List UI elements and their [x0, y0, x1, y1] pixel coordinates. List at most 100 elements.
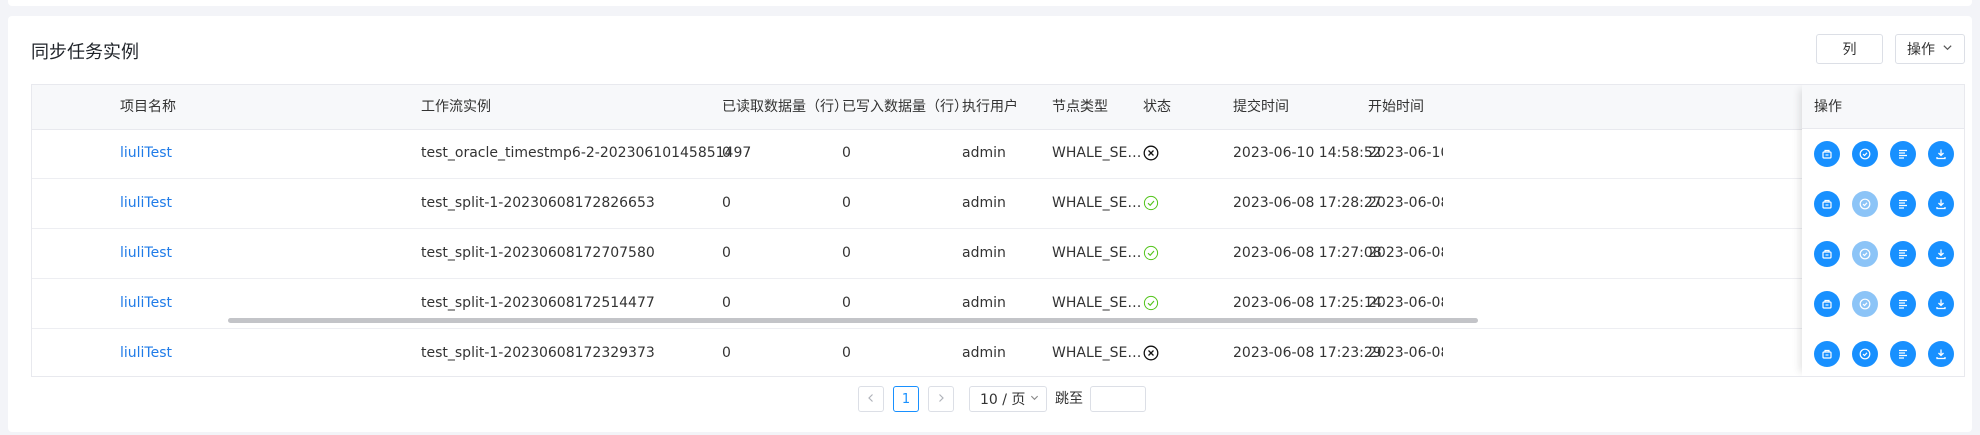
- download-icon: [1934, 297, 1948, 311]
- log-action-button[interactable]: [1890, 141, 1916, 167]
- chevron-down-icon: [1030, 393, 1039, 405]
- columns-button-label: 列: [1842, 42, 1857, 58]
- cell-node-type: WHALE_SEATUNNEL: [1052, 345, 1142, 361]
- chevron-down-icon: [1942, 42, 1953, 56]
- log-icon: [1896, 147, 1910, 161]
- operations-dropdown-button[interactable]: 操作: [1895, 34, 1965, 64]
- cell-workflow: test_split-1-20230608172707580: [421, 245, 655, 261]
- check-action-button[interactable]: [1852, 191, 1878, 217]
- download-action-button[interactable]: [1928, 291, 1954, 317]
- actions-row: [1802, 329, 1964, 376]
- table-row: liuliTest test_split-1-20230608172826653 0…: [32, 179, 1964, 229]
- check-icon: [1858, 147, 1872, 161]
- cell-project[interactable]: liuliTest: [120, 229, 172, 278]
- horizontal-scrollbar[interactable]: [228, 318, 1478, 323]
- cell-workflow: test_split-1-20230608172329373: [421, 345, 655, 361]
- log-action-button[interactable]: [1890, 341, 1916, 367]
- col-header-node-type[interactable]: 节点类型: [1052, 85, 1108, 129]
- log-action-button[interactable]: [1890, 241, 1916, 267]
- columns-button[interactable]: 列: [1816, 34, 1883, 64]
- cell-start-time: 2023-06-08 17:28:27: [1368, 195, 1443, 211]
- download-action-button[interactable]: [1928, 341, 1954, 367]
- col-header-start-time[interactable]: 开始时间: [1368, 85, 1424, 129]
- operations-button-label: 操作: [1907, 42, 1935, 58]
- page-1-button[interactable]: 1: [893, 386, 919, 412]
- chevron-left-icon: [866, 392, 876, 407]
- cell-submit-time: 2023-06-08 17:28:27: [1233, 195, 1382, 211]
- col-header-written[interactable]: 已写入数据量（行）: [842, 85, 968, 129]
- prev-page-button[interactable]: [858, 386, 884, 412]
- cell-written: 0: [842, 245, 851, 261]
- cell-project[interactable]: liuliTest: [120, 179, 172, 228]
- cell-project[interactable]: liuliTest: [120, 329, 172, 376]
- cell-node-type: WHALE_SEATUNNEL: [1052, 145, 1142, 161]
- cell-read: 0: [722, 245, 731, 261]
- download-icon: [1934, 347, 1948, 361]
- table-row: liuliTest test_oracle_timestmp6-2-2023061…: [32, 129, 1964, 179]
- col-header-submit-time[interactable]: 提交时间: [1233, 85, 1289, 129]
- check-icon: [1858, 297, 1872, 311]
- cell-project[interactable]: liuliTest: [120, 129, 172, 178]
- rerun-icon: [1820, 347, 1834, 361]
- check-action-button[interactable]: [1852, 141, 1878, 167]
- cell-user: admin: [962, 195, 1006, 211]
- actions-row: [1802, 179, 1964, 229]
- cell-read: 0: [722, 345, 731, 361]
- cell-node-type: WHALE_SEATUNNEL: [1052, 245, 1142, 261]
- cell-node-type: WHALE_SEATUNNEL: [1052, 195, 1142, 211]
- check-action-button[interactable]: [1852, 291, 1878, 317]
- actions-row: [1802, 229, 1964, 279]
- check-circle-icon: [1143, 179, 1159, 228]
- rerun-action-button[interactable]: [1814, 241, 1840, 267]
- rerun-icon: [1820, 147, 1834, 161]
- rerun-action-button[interactable]: [1814, 191, 1840, 217]
- fixed-actions-column: 操作: [1802, 85, 1964, 376]
- cell-workflow: test_oracle_timestmp6-2-2023061014585149…: [421, 145, 752, 161]
- check-icon: [1858, 347, 1872, 361]
- rerun-icon: [1820, 197, 1834, 211]
- table-row: liuliTest test_split-1-20230608172707580 0…: [32, 229, 1964, 279]
- log-icon: [1896, 197, 1910, 211]
- next-page-button[interactable]: [928, 386, 954, 412]
- chevron-right-icon: [936, 392, 946, 407]
- cell-written: 0: [842, 145, 851, 161]
- check-icon: [1858, 247, 1872, 261]
- cell-project[interactable]: liuliTest: [120, 279, 172, 328]
- download-icon: [1934, 147, 1948, 161]
- col-header-status[interactable]: 状态: [1143, 85, 1171, 129]
- cell-workflow: test_split-1-20230608172826653: [421, 195, 655, 211]
- download-action-button[interactable]: [1928, 141, 1954, 167]
- card-title: 同步任务实例: [31, 42, 139, 63]
- page-size-value: 10 / 页: [980, 392, 1026, 408]
- cell-user: admin: [962, 145, 1006, 161]
- col-header-user[interactable]: 执行用户: [962, 85, 1018, 129]
- download-action-button[interactable]: [1928, 241, 1954, 267]
- col-header-project[interactable]: 项目名称: [120, 85, 176, 129]
- cell-written: 0: [842, 345, 851, 361]
- cell-start-time: 2023-06-08 17:23:29: [1368, 345, 1443, 361]
- rerun-action-button[interactable]: [1814, 291, 1840, 317]
- log-icon: [1896, 297, 1910, 311]
- cell-read: 0: [722, 145, 731, 161]
- check-action-button[interactable]: [1852, 241, 1878, 267]
- error-circle-icon: [1143, 329, 1159, 376]
- error-circle-icon: [1143, 129, 1159, 178]
- log-action-button[interactable]: [1890, 291, 1916, 317]
- check-action-button[interactable]: [1852, 341, 1878, 367]
- download-icon: [1934, 247, 1948, 261]
- rerun-icon: [1820, 247, 1834, 261]
- jump-to-page-input[interactable]: [1090, 386, 1146, 412]
- download-action-button[interactable]: [1928, 191, 1954, 217]
- table-header: 项目名称 工作流实例 已读取数据量（行） 已写入数据量（行） 执行用户 节点类型…: [32, 85, 1964, 130]
- col-header-workflow[interactable]: 工作流实例: [421, 85, 491, 129]
- rerun-action-button[interactable]: [1814, 141, 1840, 167]
- col-header-actions: 操作: [1802, 85, 1964, 129]
- cell-written: 0: [842, 195, 851, 211]
- log-action-button[interactable]: [1890, 191, 1916, 217]
- rerun-action-button[interactable]: [1814, 341, 1840, 367]
- download-icon: [1934, 197, 1948, 211]
- log-icon: [1896, 347, 1910, 361]
- task-instance-table: 项目名称 工作流实例 已读取数据量（行） 已写入数据量（行） 执行用户 节点类型…: [31, 84, 1965, 377]
- page-size-select[interactable]: 10 / 页: [969, 386, 1047, 412]
- col-header-read[interactable]: 已读取数据量（行）: [722, 85, 848, 129]
